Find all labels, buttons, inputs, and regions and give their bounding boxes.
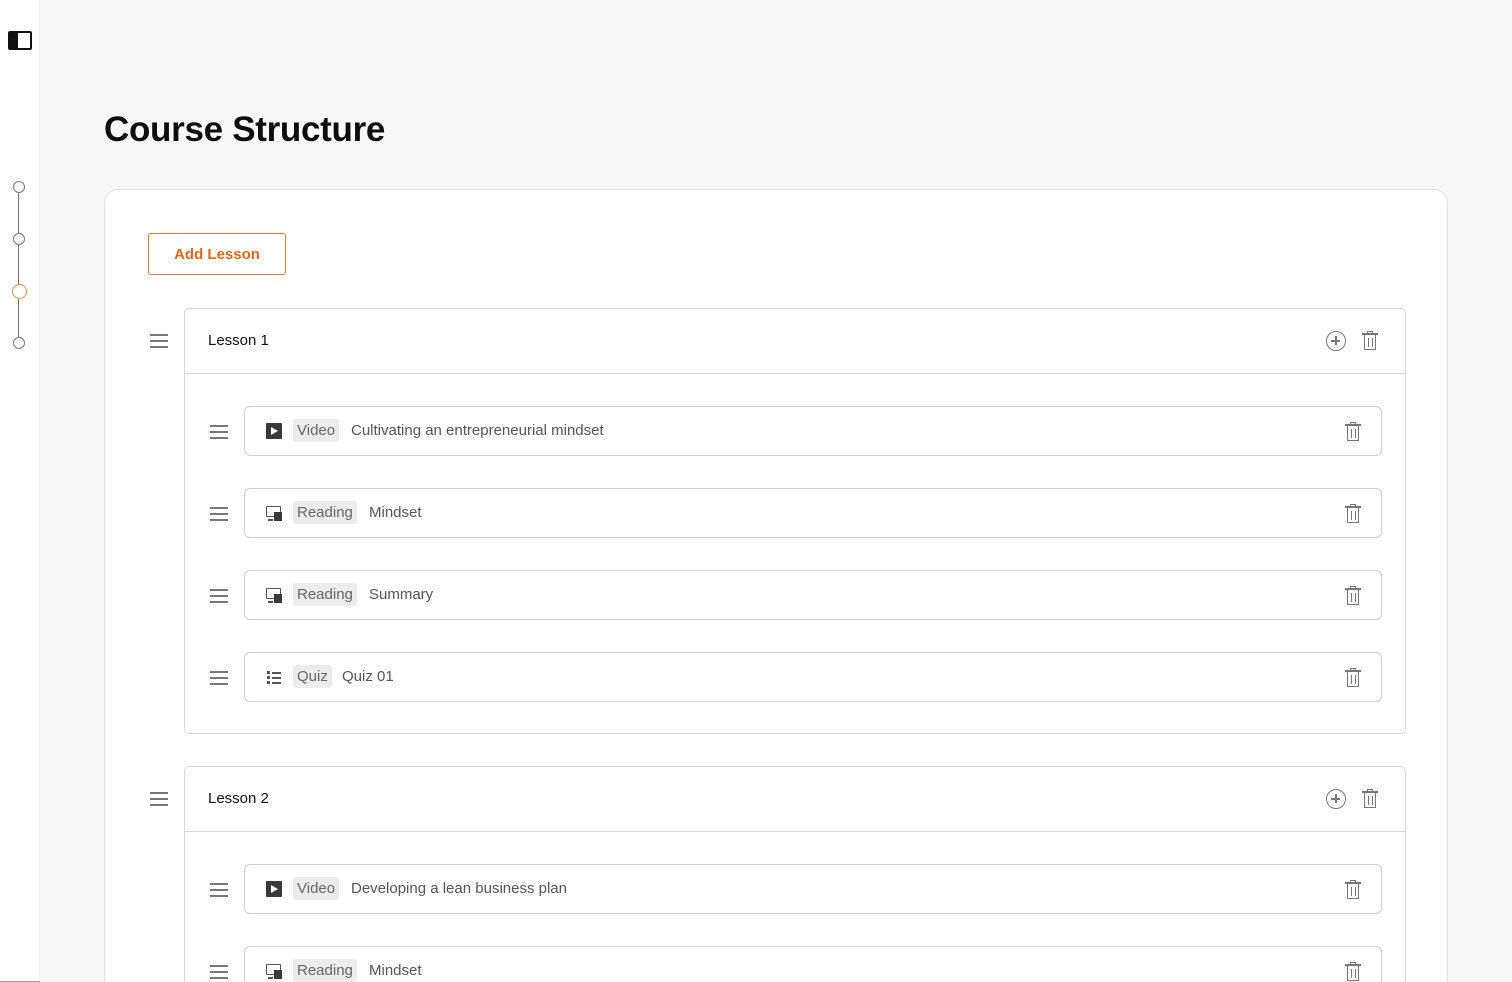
delete-item-icon[interactable]: [1345, 962, 1361, 981]
delete-lesson-icon[interactable]: [1362, 789, 1378, 808]
item-type-tag: Reading: [293, 501, 357, 524]
quiz-list-icon: [266, 669, 282, 685]
lesson-card: Lesson 2 Video Developing a lean busines…: [184, 766, 1406, 982]
course-structure-card: Add Lesson Lesson 1 Video Cultivating an…: [104, 189, 1448, 982]
step-2-dot[interactable]: [13, 233, 25, 245]
item-title: Developing a lean business plan: [351, 880, 567, 897]
play-icon: [266, 423, 282, 439]
lesson-item[interactable]: Reading Summary: [244, 570, 1382, 620]
step-4-dot[interactable]: [13, 337, 25, 349]
lesson-drag-handle-icon[interactable]: [150, 334, 168, 348]
delete-item-icon[interactable]: [1345, 504, 1361, 523]
lesson-header: Lesson 2: [185, 767, 1405, 832]
item-title: Mindset: [369, 962, 422, 979]
reading-icon: [266, 587, 282, 603]
item-title: Summary: [369, 586, 434, 603]
lesson-item[interactable]: Video Cultivating an entrepreneurial min…: [244, 406, 1382, 456]
add-item-icon[interactable]: [1326, 789, 1346, 809]
item-drag-handle-icon[interactable]: [210, 883, 228, 897]
stepper-line: [18, 245, 19, 285]
step-1-dot[interactable]: [13, 181, 25, 193]
lesson-item[interactable]: Reading Mindset: [244, 946, 1382, 982]
lesson-drag-handle-icon[interactable]: [150, 792, 168, 806]
sidebar: [0, 0, 40, 982]
lesson-item[interactable]: Video Developing a lean business plan: [244, 864, 1382, 914]
item-title: Cultivating an entrepreneurial mindset: [351, 422, 604, 439]
delete-item-icon[interactable]: [1345, 668, 1361, 687]
step-3-dot-active[interactable]: [11, 284, 27, 299]
item-drag-handle-icon[interactable]: [210, 425, 228, 439]
lesson-title: Lesson 2: [208, 790, 269, 807]
page-title: Course Structure: [104, 110, 386, 149]
item-type-tag: Reading: [293, 959, 357, 982]
item-type-tag: Reading: [293, 583, 357, 606]
stepper-line: [18, 193, 19, 233]
delete-item-icon[interactable]: [1345, 880, 1361, 899]
delete-item-icon[interactable]: [1345, 422, 1361, 441]
item-title: Mindset: [369, 504, 422, 521]
stepper-line: [18, 299, 19, 337]
lesson-item[interactable]: Quiz Quiz 01: [244, 652, 1382, 702]
item-type-tag: Video: [293, 877, 340, 900]
item-drag-handle-icon[interactable]: [210, 965, 228, 979]
item-type-tag: Video: [293, 419, 340, 442]
item-drag-handle-icon[interactable]: [210, 671, 228, 685]
add-lesson-button[interactable]: Add Lesson: [148, 233, 286, 275]
item-title: Quiz 01: [342, 668, 394, 685]
lesson-card: Lesson 1 Video Cultivating an entreprene…: [184, 308, 1406, 734]
reading-icon: [266, 963, 282, 979]
item-drag-handle-icon[interactable]: [210, 589, 228, 603]
lesson-header: Lesson 1: [185, 309, 1405, 374]
sidebar-toggle-icon[interactable]: [8, 31, 32, 50]
progress-stepper: [11, 181, 27, 351]
item-type-tag: Quiz: [293, 665, 332, 688]
delete-item-icon[interactable]: [1345, 586, 1361, 605]
reading-icon: [266, 505, 282, 521]
lesson-title: Lesson 1: [208, 332, 269, 349]
add-item-icon[interactable]: [1326, 331, 1346, 351]
lesson-item[interactable]: Reading Mindset: [244, 488, 1382, 538]
delete-lesson-icon[interactable]: [1362, 331, 1378, 350]
play-icon: [266, 881, 282, 897]
item-drag-handle-icon[interactable]: [210, 507, 228, 521]
